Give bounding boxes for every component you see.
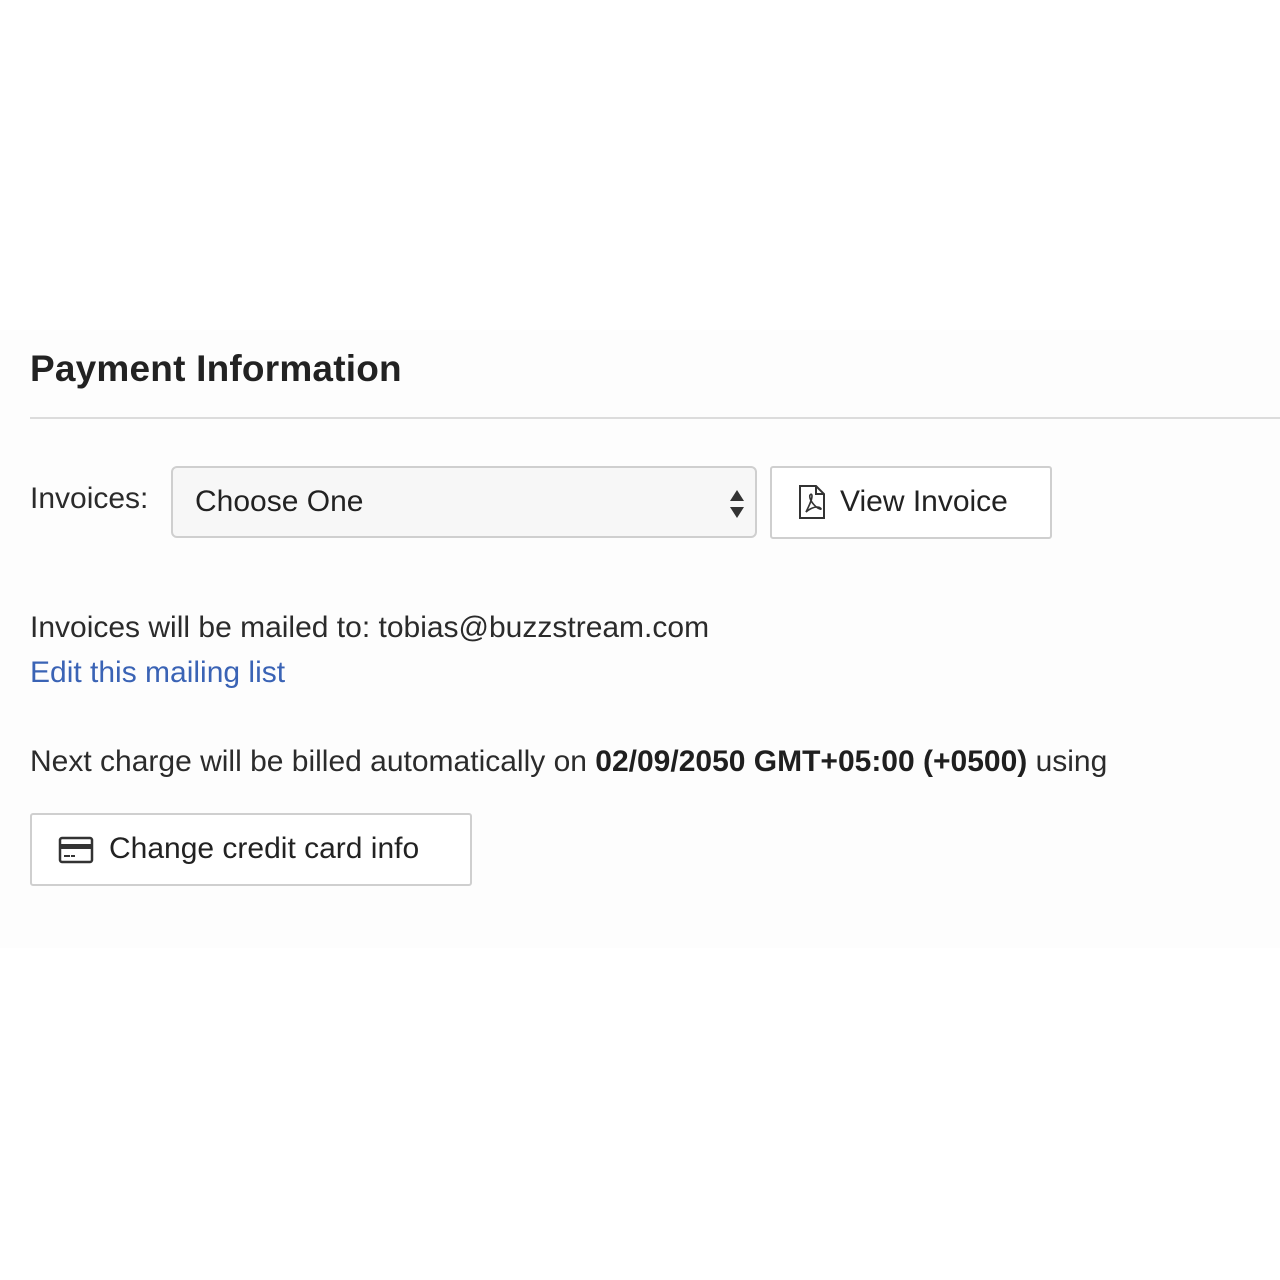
invoice-select[interactable]: Choose One xyxy=(171,466,757,538)
mailing-address-text: Invoices will be mailed to: tobias@buzzs… xyxy=(30,611,710,644)
next-charge-date: 02/09/2050 GMT+05:00 (+0500) xyxy=(595,745,1028,778)
edit-mailing-list-link[interactable]: Edit this mailing list xyxy=(30,656,285,690)
pdf-file-icon xyxy=(799,485,825,519)
view-invoice-button[interactable]: View Invoice xyxy=(770,466,1052,539)
next-charge-prefix: Next charge will be billed automatically… xyxy=(30,745,596,778)
next-charge-suffix: using xyxy=(1027,745,1108,778)
change-credit-card-button[interactable]: Change credit card info xyxy=(30,813,472,886)
sort-arrows-icon xyxy=(730,490,744,518)
invoices-label: Invoices: xyxy=(30,482,149,515)
page-title: Payment Information xyxy=(30,348,402,389)
divider xyxy=(30,417,1280,419)
next-charge-text: Next charge will be billed automatically… xyxy=(30,745,1107,779)
credit-card-icon xyxy=(58,836,94,864)
invoice-select-value: Choose One xyxy=(195,485,364,518)
change-credit-card-label: Change credit card info xyxy=(109,832,420,865)
view-invoice-label: View Invoice xyxy=(840,485,1008,518)
